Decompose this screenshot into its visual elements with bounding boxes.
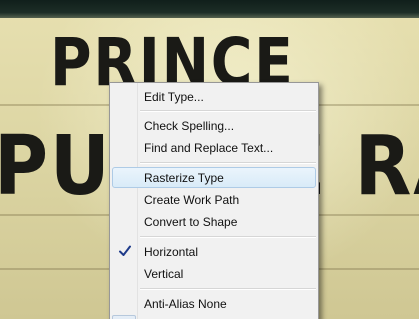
menu-item-rasterize-type[interactable]: Rasterize Type bbox=[112, 167, 316, 188]
menu-item-check-spelling[interactable]: Check Spelling... bbox=[112, 115, 316, 136]
menu-item-label: Edit Type... bbox=[144, 90, 204, 104]
menu-item-label: Horizontal bbox=[144, 245, 199, 259]
menu-separator bbox=[140, 288, 316, 290]
menu-separator bbox=[140, 236, 316, 238]
menu-item-label: Create Work Path bbox=[144, 193, 240, 207]
menu-separator bbox=[140, 110, 316, 112]
sign-top-band bbox=[0, 0, 419, 18]
menu-item-find-replace[interactable]: Find and Replace Text... bbox=[112, 137, 316, 158]
menu-item-anti-alias-none[interactable]: Anti-Alias None bbox=[112, 293, 316, 314]
checkmark-icon bbox=[119, 245, 131, 256]
type-context-menu: Edit Type... Check Spelling... Find and … bbox=[109, 82, 319, 319]
menu-item-convert-to-shape[interactable]: Convert to Shape bbox=[112, 211, 316, 232]
menu-item-create-work-path[interactable]: Create Work Path bbox=[112, 189, 316, 210]
menu-item-label: Check Spelling... bbox=[144, 119, 235, 133]
menu-item-vertical[interactable]: Vertical bbox=[112, 263, 316, 284]
menu-item-edit-type[interactable]: Edit Type... bbox=[112, 86, 316, 107]
menu-item-label: Rasterize Type bbox=[144, 171, 224, 185]
menu-item-label: Vertical bbox=[144, 267, 184, 281]
menu-item-label: Find and Replace Text... bbox=[144, 141, 274, 155]
menu-separator bbox=[140, 162, 316, 164]
menu-item-icon-partial bbox=[112, 315, 136, 319]
menu-item-label: Anti-Alias None bbox=[144, 297, 227, 311]
menu-item-horizontal[interactable]: Horizontal bbox=[112, 241, 316, 262]
menu-item-label: Convert to Shape bbox=[144, 215, 238, 229]
